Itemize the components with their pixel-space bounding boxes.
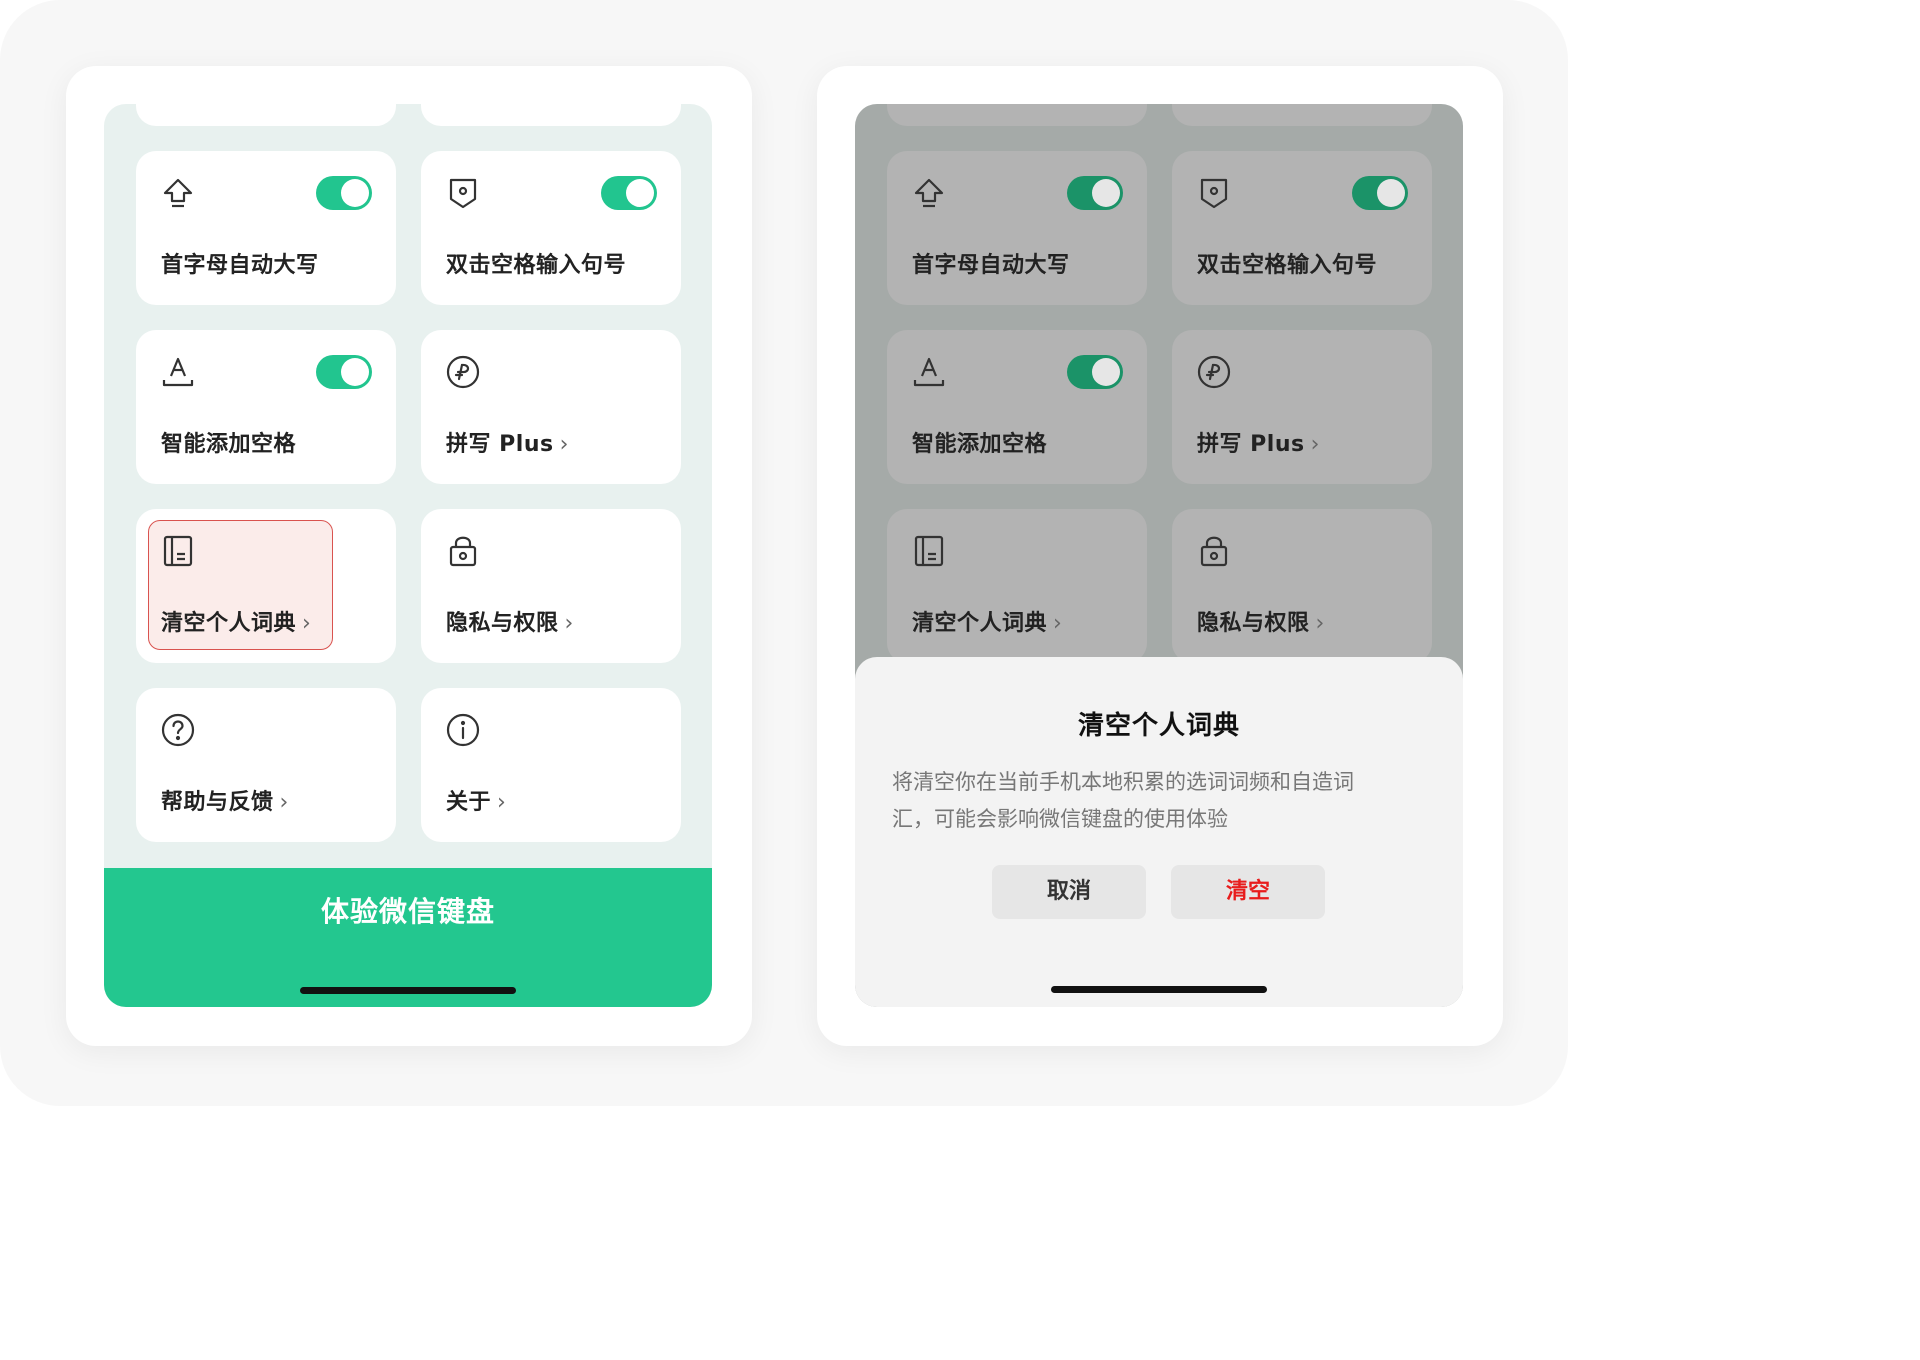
- double-space-period-toggle[interactable]: [601, 176, 657, 210]
- chevron-right-icon: ›: [302, 611, 312, 636]
- card-label-text: 拼写 Plus: [1197, 432, 1305, 457]
- confirm-clear-button[interactable]: 清空: [1171, 865, 1325, 919]
- card-label: 智能添加空格: [161, 432, 297, 457]
- card-double-space-period[interactable]: 双击空格输入句号: [421, 151, 681, 305]
- text-space-icon: [160, 354, 196, 390]
- card-label-text: 拼写 Plus: [446, 432, 554, 457]
- dictionary-icon: [160, 533, 196, 569]
- dialog-message-line: 将清空你在当前手机本地积累的选词词频和自造词: [892, 770, 1354, 794]
- card-label-text: 隐私与权限: [446, 611, 559, 636]
- cancel-button[interactable]: 取消: [992, 865, 1146, 919]
- chevron-right-icon: ›: [279, 790, 289, 815]
- chevron-right-icon: ›: [559, 432, 569, 457]
- card-label: 清空个人词典 ›: [912, 605, 1062, 637]
- dialog-message: 将清空你在当前手机本地积累的选词词频和自造词 汇，可能会影响微信键盘的使用体验: [892, 764, 1432, 838]
- card-smart-space[interactable]: 智能添加空格: [136, 330, 396, 484]
- try-keyboard-label: 体验微信键盘: [320, 895, 495, 928]
- card-label: 首字母自动大写: [912, 253, 1070, 278]
- card-double-space-period: 双击空格输入句号: [1172, 151, 1432, 305]
- chevron-right-icon: ›: [1053, 611, 1063, 636]
- chevron-right-icon: ›: [497, 790, 507, 815]
- smart-space-toggle[interactable]: [316, 355, 372, 389]
- partial-card: [136, 104, 396, 126]
- spell-plus-icon: [1196, 354, 1232, 390]
- card-clear-dictionary[interactable]: 清空个人词典 ›: [136, 509, 396, 663]
- spell-plus-icon: [445, 354, 481, 390]
- partial-card: [887, 104, 1147, 126]
- period-badge-icon: [1196, 175, 1232, 211]
- card-label: 关于 ›: [446, 784, 506, 816]
- lock-icon: [445, 533, 481, 569]
- card-label: 清空个人词典 ›: [161, 605, 311, 637]
- period-badge-icon: [445, 175, 481, 211]
- card-clear-dictionary: 清空个人词典 ›: [887, 509, 1147, 663]
- card-auto-capitalize[interactable]: 首字母自动大写: [136, 151, 396, 305]
- chevron-right-icon: ›: [1310, 432, 1320, 457]
- card-label-text: 帮助与反馈: [161, 790, 274, 815]
- chevron-right-icon: ›: [1315, 611, 1325, 636]
- card-label: 智能添加空格: [912, 432, 1048, 457]
- shift-arrow-icon: [160, 175, 196, 211]
- card-label: 双击空格输入句号: [446, 253, 627, 278]
- lock-icon: [1196, 533, 1232, 569]
- card-spell-plus: 拼写 Plus ›: [1172, 330, 1432, 484]
- dialog-message-line: 汇，可能会影响微信键盘的使用体验: [892, 807, 1228, 831]
- card-label: 隐私与权限 ›: [1197, 605, 1325, 637]
- card-help-feedback[interactable]: 帮助与反馈 ›: [136, 688, 396, 842]
- chevron-right-icon: ›: [564, 611, 574, 636]
- card-label-text: 清空个人词典: [912, 611, 1048, 636]
- text-space-icon: [911, 354, 947, 390]
- card-spell-plus[interactable]: 拼写 Plus ›: [421, 330, 681, 484]
- partial-card: [421, 104, 681, 126]
- card-about[interactable]: 关于 ›: [421, 688, 681, 842]
- card-label: 拼写 Plus ›: [1197, 426, 1320, 458]
- dictionary-icon: [911, 533, 947, 569]
- home-indicator: [300, 987, 516, 994]
- card-label-text: 关于: [446, 790, 492, 815]
- shift-arrow-icon: [911, 175, 947, 211]
- try-keyboard-button[interactable]: 体验微信键盘: [104, 868, 712, 1007]
- double-space-period-toggle: [1352, 176, 1408, 210]
- partial-card: [1172, 104, 1432, 126]
- info-circle-icon: [445, 712, 481, 748]
- card-label: 拼写 Plus ›: [446, 426, 569, 458]
- card-smart-space: 智能添加空格: [887, 330, 1147, 484]
- clear-dictionary-dialog: 清空个人词典 将清空你在当前手机本地积累的选词词频和自造词 汇，可能会影响微信键…: [855, 657, 1463, 1007]
- card-label: 首字母自动大写: [161, 253, 319, 278]
- card-privacy: 隐私与权限 ›: [1172, 509, 1432, 663]
- settings-screen: 首字母自动大写 双击空格输入句号 智能添加空格 拼写 Plus › 清空个人词典…: [104, 104, 712, 1007]
- auto-capitalize-toggle[interactable]: [316, 176, 372, 210]
- card-label-text: 清空个人词典: [161, 611, 297, 636]
- card-label: 隐私与权限 ›: [446, 605, 574, 637]
- card-label-text: 隐私与权限: [1197, 611, 1310, 636]
- auto-capitalize-toggle: [1067, 176, 1123, 210]
- card-label: 双击空格输入句号: [1197, 253, 1378, 278]
- card-auto-capitalize: 首字母自动大写: [887, 151, 1147, 305]
- home-indicator: [1051, 986, 1267, 993]
- smart-space-toggle: [1067, 355, 1123, 389]
- left-panel: 首字母自动大写 双击空格输入句号 智能添加空格 拼写 Plus › 清空个人词典…: [66, 66, 752, 1046]
- card-label: 帮助与反馈 ›: [161, 784, 289, 816]
- right-panel: 首字母自动大写 双击空格输入句号 智能添加空格 拼写 Plus › 清空个人词典…: [817, 66, 1503, 1046]
- question-circle-icon: [160, 712, 196, 748]
- card-privacy[interactable]: 隐私与权限 ›: [421, 509, 681, 663]
- dialog-title: 清空个人词典: [1077, 711, 1240, 741]
- settings-screen-dimmed: 首字母自动大写 双击空格输入句号 智能添加空格 拼写 Plus › 清空个人词典…: [855, 104, 1463, 1007]
